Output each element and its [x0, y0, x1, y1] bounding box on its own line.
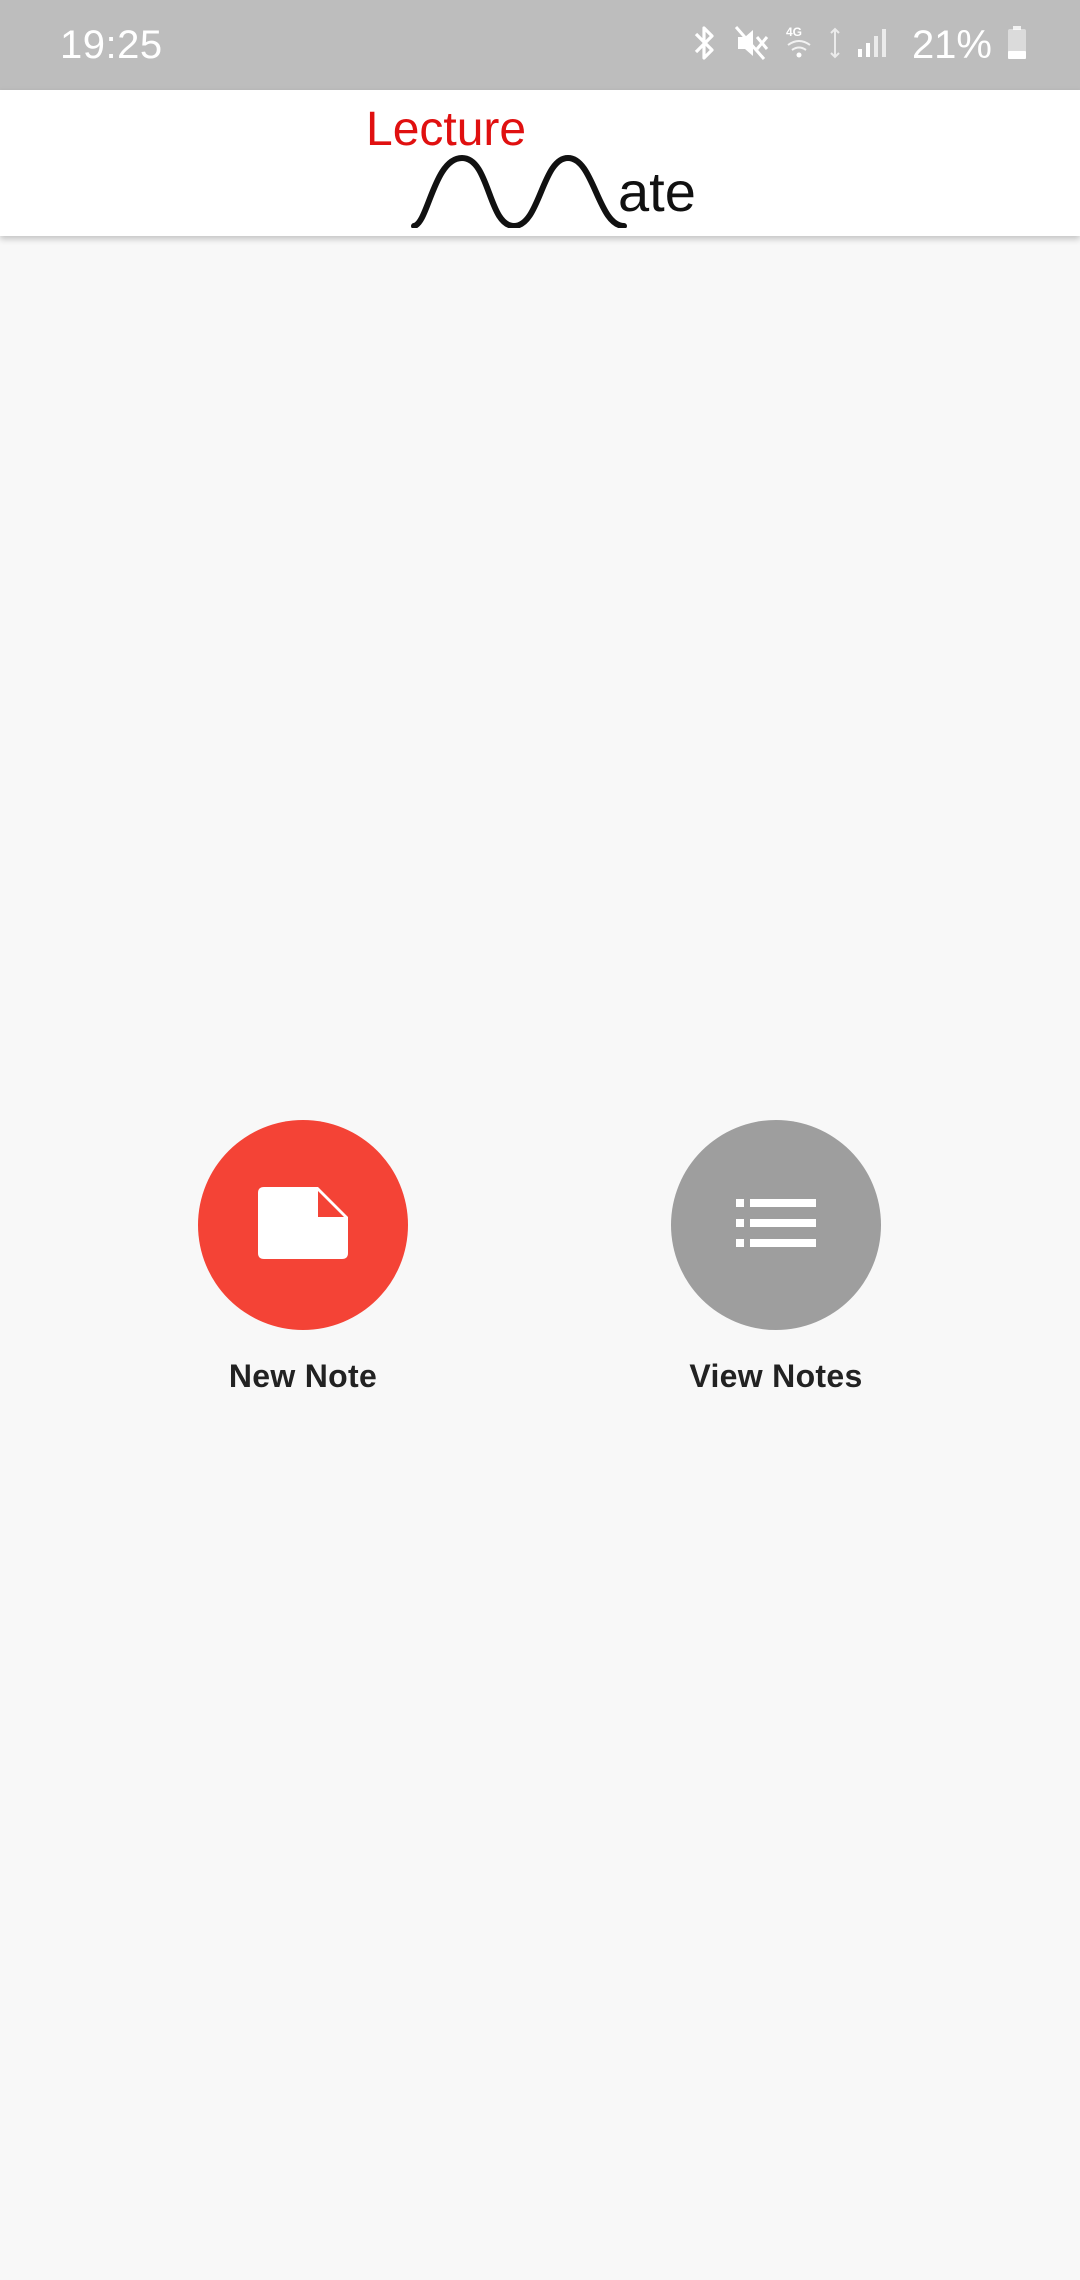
status-bar: 19:25 4G 21%: [0, 0, 1080, 90]
status-time: 19:25: [60, 23, 163, 67]
view-notes-button[interactable]: [671, 1120, 881, 1330]
view-notes-action[interactable]: View Notes: [626, 1120, 926, 1396]
signal-icon: [856, 23, 890, 68]
new-note-action[interactable]: New Note: [153, 1120, 453, 1396]
logo-word-bottom: ate: [618, 160, 696, 223]
bluetooth-icon: [690, 23, 720, 68]
battery-percent: 21%: [911, 23, 992, 67]
svg-text:4G: 4G: [786, 25, 802, 39]
view-notes-label: View Notes: [689, 1358, 863, 1394]
app-screen: 19:25 4G 21% Lecture ate New Note View N…: [0, 0, 1080, 2280]
battery-icon: [1006, 23, 1028, 68]
status-icons: 4G 21%: [690, 18, 1028, 72]
4g-icon: 4G: [784, 23, 814, 68]
note-icon: [258, 1186, 348, 1264]
list-icon: [736, 1198, 816, 1252]
data-arrows-icon: [828, 23, 842, 68]
app-logo: Lecture ate: [362, 98, 712, 228]
mute-icon: [734, 23, 770, 68]
new-note-button[interactable]: [198, 1120, 408, 1330]
app-bar: Lecture ate: [0, 90, 1080, 236]
new-note-label: New Note: [228, 1358, 378, 1394]
